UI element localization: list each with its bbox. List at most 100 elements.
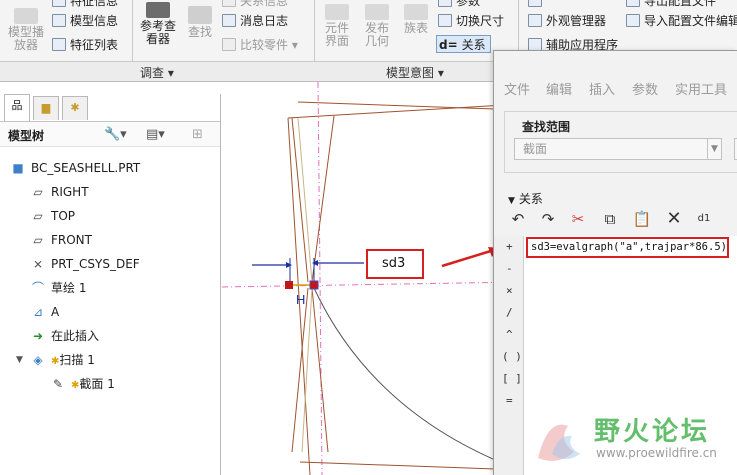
- message-log-button[interactable]: 消息日志: [222, 12, 288, 30]
- navigator-panel: 品 ▆ ✱ 模型树 🔧▾ ▤▾ ⊞ ■ BC_SEASHELL.PRT ▱ RIGH…: [0, 94, 221, 475]
- relation-line[interactable]: sd3=evalgraph("a",trajpar*86.5): [526, 237, 729, 258]
- endpoint-left: [285, 281, 293, 289]
- operator-divide[interactable]: /: [506, 306, 513, 319]
- favorites-icon: ✱: [70, 101, 80, 114]
- redo-icon[interactable]: ↷: [538, 209, 558, 229]
- copy-icon[interactable]: ⧉: [600, 209, 620, 229]
- top-clipped-button[interactable]: [528, 0, 546, 10]
- tree-item-section[interactable]: ✎ ✱截面 1: [50, 374, 115, 394]
- insert-arrow-icon: ➜: [32, 329, 44, 343]
- reference-viewer-button[interactable]: 参考查 看器: [136, 2, 180, 46]
- chevron-down-icon: ▼: [707, 139, 721, 159]
- menu-parameters[interactable]: 参数: [632, 79, 658, 98]
- menu-edit[interactable]: 编辑: [546, 79, 572, 98]
- scope-select[interactable]: 截面 ▼: [514, 138, 722, 160]
- tree-item-right[interactable]: ▱ RIGHT: [30, 182, 89, 202]
- operator-multiply[interactable]: ×: [506, 284, 513, 297]
- tree-item-part[interactable]: ■ BC_SEASHELL.PRT: [10, 158, 140, 178]
- relations-section-toggle[interactable]: ▼ 关系: [508, 190, 543, 207]
- relations-info-label: 关系信息: [240, 0, 289, 8]
- folder-icon: ▆: [41, 101, 51, 114]
- compare-parts-icon: [222, 38, 236, 51]
- cut-icon[interactable]: ✂: [568, 209, 588, 229]
- operator-parens[interactable]: ( ): [502, 350, 522, 363]
- operator-power[interactable]: ^: [506, 328, 513, 341]
- menu-file[interactable]: 文件: [504, 79, 530, 98]
- find-button[interactable]: 查找: [184, 6, 216, 39]
- import-config-button[interactable]: 导入配置文件编辑: [626, 12, 737, 30]
- tab-folder-browser[interactable]: ▆: [33, 96, 59, 120]
- tree-item-label: FRONT: [51, 233, 92, 247]
- trajectory-curve: [313, 287, 513, 468]
- model-intent-group-label[interactable]: 模型意图 ▾: [386, 64, 444, 81]
- operator-plus[interactable]: +: [506, 240, 513, 253]
- family-table-label: 族表: [403, 21, 428, 35]
- parameters-icon: [438, 0, 452, 7]
- export-config-button[interactable]: 导出配置文件: [626, 0, 716, 10]
- tree-settings-icon[interactable]: 🔧▾: [104, 127, 127, 142]
- navigator-tabs: 品 ▆ ✱: [2, 94, 217, 121]
- scope-value: 截面: [523, 142, 548, 156]
- tree-item-sketch[interactable]: ⌒ 草绘 1: [30, 278, 86, 298]
- horizontal-constraint-label: H: [296, 292, 305, 307]
- message-log-icon: [222, 14, 236, 27]
- feature-info-label: 特征信息: [70, 0, 119, 8]
- sketch-icon: ⌒: [31, 281, 44, 295]
- dimension-label: sd3: [382, 256, 406, 271]
- model-info-button[interactable]: 模型信息: [52, 12, 118, 30]
- switch-dimensions-button[interactable]: 切换尺寸: [438, 12, 504, 30]
- dimension-callout[interactable]: sd3: [366, 249, 424, 279]
- compare-parts-button[interactable]: 比较零件 ▾: [222, 36, 298, 54]
- tree-columns-icon[interactable]: ▤▾: [146, 127, 165, 142]
- tree-item-insert-here[interactable]: ➜ 在此插入: [30, 326, 99, 346]
- tree-filter-icon[interactable]: ⊞: [192, 127, 203, 142]
- family-table-button[interactable]: 族表: [400, 4, 432, 35]
- tree-item-sweep[interactable]: ◈ ✱扫描 1: [30, 350, 94, 370]
- operator-minus[interactable]: -: [506, 262, 513, 275]
- switch-units-icon[interactable]: d1: [694, 209, 714, 229]
- tab-favorites[interactable]: ✱: [62, 96, 88, 120]
- import-config-icon: [626, 14, 640, 27]
- export-config-icon: [626, 0, 640, 7]
- reference-viewer-label: 参考查 看器: [139, 19, 176, 46]
- undo-icon[interactable]: ↶: [508, 209, 528, 229]
- appearance-manager-button[interactable]: 外观管理器: [528, 12, 606, 30]
- relations-icon: d=: [439, 38, 458, 52]
- sweep-edge-bottom: [299, 461, 522, 471]
- model-tree-tab-icon: 品: [11, 99, 23, 112]
- tree-item-front[interactable]: ▱ FRONT: [30, 230, 92, 250]
- component-interface-button[interactable]: 元件 界面: [320, 4, 354, 48]
- tree-item-label: TOP: [51, 209, 76, 223]
- relations-label: 关系: [461, 38, 486, 52]
- tree-item-top[interactable]: ▱ TOP: [30, 206, 75, 226]
- dimension-arrow-left: [286, 262, 292, 268]
- parameters-button[interactable]: 参数: [438, 0, 480, 10]
- endpoint-right: [309, 280, 319, 290]
- tree-item-label: A: [51, 305, 60, 319]
- relations-info-button[interactable]: 关系信息: [222, 0, 288, 10]
- relations-button[interactable]: d= 关系: [436, 35, 491, 53]
- collapse-toggle-icon[interactable]: ▼: [16, 350, 23, 370]
- watermark-url: www.proewildfire.cn: [596, 446, 717, 460]
- tree-item-label: RIGHT: [51, 185, 89, 199]
- feature-list-button[interactable]: 特征列表: [52, 36, 118, 54]
- compare-parts-label: 比较零件 ▾: [240, 38, 298, 52]
- tree-item-csys[interactable]: ⨯ PRT_CSYS_DEF: [30, 254, 140, 274]
- publish-geometry-button[interactable]: 发布 几何: [360, 4, 394, 48]
- menu-insert[interactable]: 插入: [589, 79, 615, 98]
- operator-equals[interactable]: =: [506, 394, 513, 407]
- feature-info-button[interactable]: 特征信息: [52, 0, 118, 10]
- feature-list-icon: [52, 38, 66, 51]
- menu-utilities[interactable]: 实用工具: [675, 79, 727, 98]
- tab-model-tree[interactable]: 品: [4, 94, 30, 121]
- reference-viewer-icon: [146, 2, 170, 18]
- tree-item-graph[interactable]: ⊿ A: [30, 302, 59, 322]
- component-interface-label: 元件 界面: [324, 21, 349, 48]
- investigate-group-label[interactable]: 调查 ▾: [140, 64, 174, 81]
- delete-icon[interactable]: ✕: [664, 209, 684, 229]
- model-player-button[interactable]: 模型播 放器: [4, 8, 48, 52]
- operator-brackets[interactable]: [ ]: [502, 372, 522, 385]
- tree-item-label: BC_SEASHELL.PRT: [31, 161, 141, 175]
- paste-icon[interactable]: 📋: [632, 209, 652, 229]
- dialog-menubar: 文件 编辑 插入 参数 实用工具: [494, 75, 737, 101]
